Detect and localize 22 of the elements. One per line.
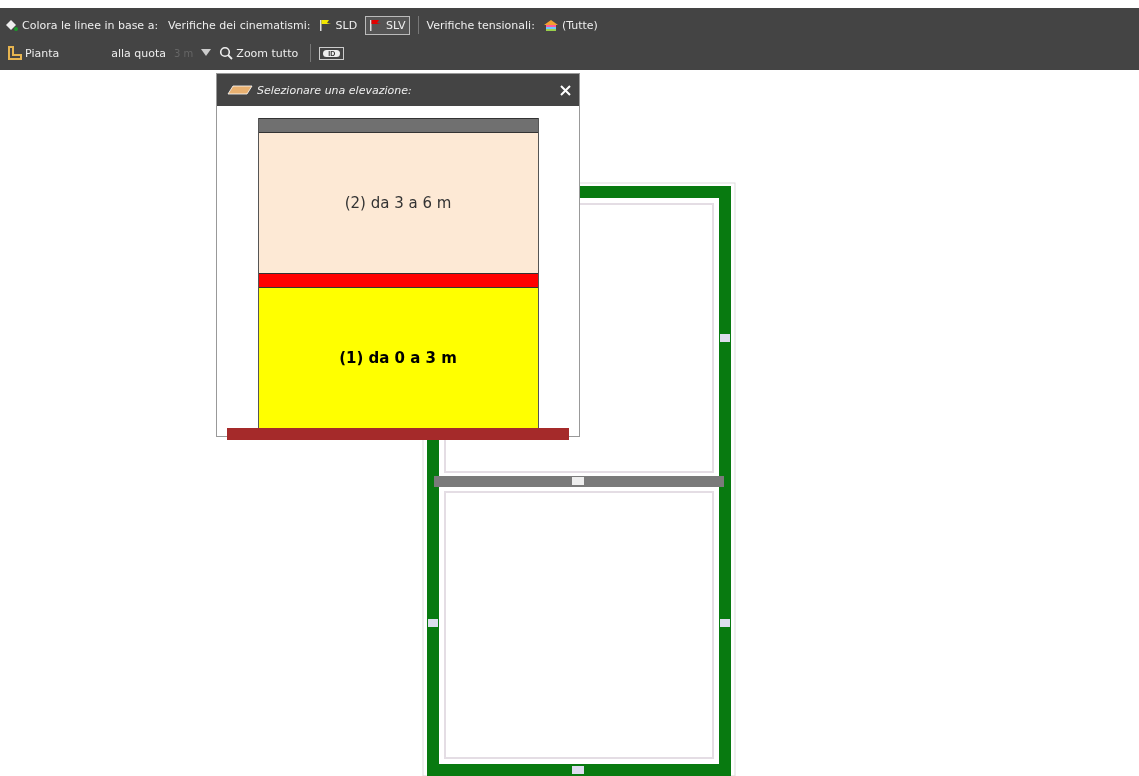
limit-state-button[interactable]: SLV	[365, 15, 410, 35]
house-icon	[542, 19, 559, 31]
limit-state-button[interactable]: SLD	[314, 15, 362, 35]
quota-label: alla quota	[111, 46, 167, 60]
search-icon	[219, 46, 234, 60]
plan-view-button[interactable]: Pianta	[4, 43, 64, 63]
tension-dropdown[interactable]: (Tutte)	[538, 15, 602, 35]
kinematic-label: Verifiche dei cinematismi:	[168, 18, 311, 32]
floor-beam[interactable]	[258, 118, 538, 133]
floor-beam[interactable]	[258, 273, 538, 288]
storey-block[interactable]: (2) da 3 a 6 m	[258, 133, 538, 273]
paint-bucket-icon	[4, 18, 18, 32]
popup-title: Selezionare una elevazione:	[257, 83, 413, 97]
close-button[interactable]	[558, 82, 573, 98]
dropdown-caret-icon[interactable]	[201, 49, 212, 57]
color-by-label: Colora le linee in base a:	[22, 18, 159, 32]
plan-icon	[8, 46, 22, 60]
slab-icon	[227, 84, 253, 96]
close-icon	[560, 84, 571, 96]
storey-block[interactable]: (1) da 0 a 3 m	[258, 288, 538, 428]
zoom-all-button[interactable]: Zoom tutto	[215, 43, 303, 63]
tension-label: Verifiche tensionali:	[426, 18, 535, 32]
